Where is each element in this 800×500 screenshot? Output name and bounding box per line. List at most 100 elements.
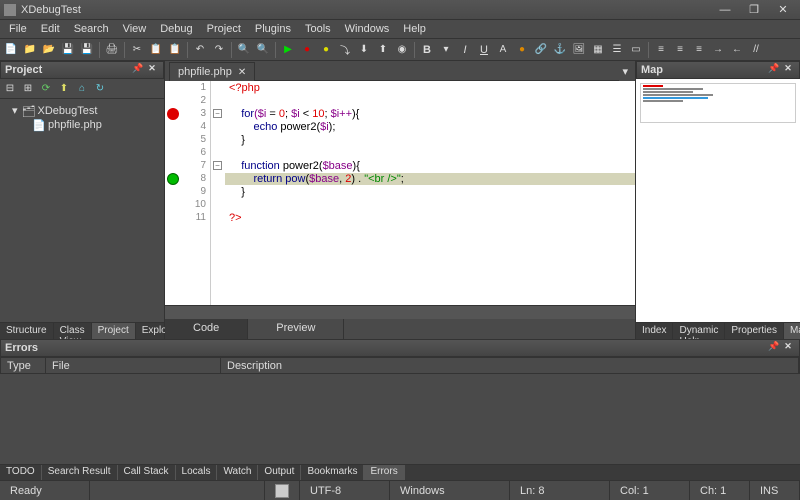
- expand-icon[interactable]: ⊞: [20, 81, 36, 97]
- panel-close-icon[interactable]: ✕: [781, 63, 795, 77]
- menu-search[interactable]: Search: [67, 21, 116, 37]
- status-ins[interactable]: INS: [750, 481, 800, 500]
- paste-icon[interactable]: 📋: [166, 41, 184, 59]
- minimap[interactable]: [640, 83, 796, 123]
- menu-tools[interactable]: Tools: [298, 21, 338, 37]
- view-tab-preview[interactable]: Preview: [248, 319, 344, 339]
- dropdown-icon[interactable]: ▾: [437, 41, 455, 59]
- panel-pin-icon[interactable]: 📌: [767, 341, 781, 355]
- step-into-icon[interactable]: ⬇: [355, 41, 373, 59]
- horizontal-scrollbar[interactable]: [165, 305, 635, 319]
- breakpoint-icon[interactable]: ◉: [393, 41, 411, 59]
- italic-icon[interactable]: I: [456, 41, 474, 59]
- btab-errors[interactable]: Errors: [364, 465, 404, 480]
- tab-properties[interactable]: Properties: [725, 323, 784, 339]
- form-icon[interactable]: ▭: [627, 41, 645, 59]
- col-file[interactable]: File: [46, 358, 221, 373]
- debug-stop-icon[interactable]: ●: [298, 41, 316, 59]
- menu-view[interactable]: View: [116, 21, 154, 37]
- tree-file[interactable]: 📄 phpfile.php: [4, 118, 160, 132]
- bold-icon[interactable]: B: [418, 41, 436, 59]
- status-encoding[interactable]: UTF-8: [300, 481, 390, 500]
- menu-project[interactable]: Project: [200, 21, 248, 37]
- save-icon[interactable]: 💾: [59, 41, 77, 59]
- align-left-icon[interactable]: ≡: [652, 41, 670, 59]
- outdent-icon[interactable]: ←: [728, 41, 746, 59]
- find-icon[interactable]: 🔍: [235, 41, 253, 59]
- btab-search-result[interactable]: Search Result: [42, 465, 118, 480]
- print-icon[interactable]: 🖨: [103, 41, 121, 59]
- up-icon[interactable]: ⬆: [56, 81, 72, 97]
- maximize-button[interactable]: ❐: [741, 2, 767, 18]
- menu-edit[interactable]: Edit: [34, 21, 67, 37]
- align-center-icon[interactable]: ≡: [671, 41, 689, 59]
- home-icon[interactable]: ⌂: [74, 81, 90, 97]
- underline-icon[interactable]: U: [475, 41, 493, 59]
- close-button[interactable]: ✕: [770, 2, 796, 18]
- collapse-icon[interactable]: ⊟: [2, 81, 18, 97]
- undo-icon[interactable]: ↶: [191, 41, 209, 59]
- panel-pin-icon[interactable]: 📌: [131, 63, 145, 77]
- table-icon[interactable]: ▦: [589, 41, 607, 59]
- minimize-button[interactable]: —: [712, 2, 738, 18]
- cut-icon[interactable]: ✂: [128, 41, 146, 59]
- new-folder-icon[interactable]: 📁: [21, 41, 39, 59]
- link-icon[interactable]: 🔗: [532, 41, 550, 59]
- menu-debug[interactable]: Debug: [153, 21, 199, 37]
- list-icon[interactable]: ☰: [608, 41, 626, 59]
- btab-locals[interactable]: Locals: [176, 465, 218, 480]
- btab-output[interactable]: Output: [258, 465, 301, 480]
- menu-windows[interactable]: Windows: [338, 21, 397, 37]
- align-right-icon[interactable]: ≡: [690, 41, 708, 59]
- anchor-icon[interactable]: ⚓: [551, 41, 569, 59]
- step-over-icon[interactable]: ⤵: [336, 41, 354, 59]
- step-out-icon[interactable]: ⬆: [374, 41, 392, 59]
- image-icon[interactable]: 🖼: [570, 41, 588, 59]
- tab-class-view[interactable]: Class View: [54, 323, 92, 339]
- save-all-icon[interactable]: 💾: [78, 41, 96, 59]
- btab-bookmarks[interactable]: Bookmarks: [301, 465, 364, 480]
- file-tab[interactable]: phpfile.php ✕: [169, 62, 255, 81]
- redo-icon[interactable]: ↷: [210, 41, 228, 59]
- debug-start-icon[interactable]: ▶: [279, 41, 297, 59]
- tab-dynamic-help[interactable]: Dynamic Help: [673, 323, 725, 339]
- open-icon[interactable]: 📂: [40, 41, 58, 59]
- btab-todo[interactable]: TODO: [0, 465, 42, 480]
- tree-root[interactable]: ▾ 🗂 XDebugTest: [4, 103, 160, 118]
- status-eol[interactable]: Windows: [390, 481, 510, 500]
- debug-pause-icon[interactable]: ●: [317, 41, 335, 59]
- menu-plugins[interactable]: Plugins: [248, 21, 298, 37]
- copy-icon[interactable]: 📋: [147, 41, 165, 59]
- panel-close-icon[interactable]: ✕: [781, 341, 795, 355]
- tab-structure[interactable]: Structure: [0, 323, 54, 339]
- view-tab-code[interactable]: Code: [165, 319, 248, 339]
- panel-close-icon[interactable]: ✕: [145, 63, 159, 77]
- menu-help[interactable]: Help: [396, 21, 433, 37]
- refresh-icon[interactable]: ↻: [92, 81, 108, 97]
- replace-icon[interactable]: 🔍: [254, 41, 272, 59]
- marker-gutter[interactable]: [165, 81, 181, 305]
- fold-gutter[interactable]: − −: [211, 81, 225, 305]
- fold-icon[interactable]: −: [213, 161, 222, 170]
- code-area[interactable]: <?php for($i = 0; $i < 10; $i++){ echo p…: [225, 81, 635, 305]
- btab-watch[interactable]: Watch: [217, 465, 258, 480]
- sync-icon[interactable]: ⟳: [38, 81, 54, 97]
- panel-pin-icon[interactable]: 📌: [767, 63, 781, 77]
- fold-icon[interactable]: −: [213, 109, 222, 118]
- menu-file[interactable]: File: [2, 21, 34, 37]
- tab-map[interactable]: Map: [784, 323, 800, 339]
- col-description[interactable]: Description: [221, 358, 799, 373]
- new-file-icon[interactable]: 📄: [2, 41, 20, 59]
- breakpoint-marker[interactable]: [167, 108, 179, 120]
- color-icon[interactable]: ●: [513, 41, 531, 59]
- tree-expand-icon[interactable]: ▾: [12, 104, 18, 117]
- tab-index[interactable]: Index: [636, 323, 673, 339]
- col-type[interactable]: Type: [1, 358, 46, 373]
- comment-icon[interactable]: //: [747, 41, 765, 59]
- tab-menu-icon[interactable]: ▾: [619, 62, 631, 81]
- tab-close-icon[interactable]: ✕: [238, 67, 246, 78]
- font-icon[interactable]: A: [494, 41, 512, 59]
- indent-icon[interactable]: →: [709, 41, 727, 59]
- tab-project[interactable]: Project: [92, 323, 136, 339]
- code-editor[interactable]: 1 2 3 4 5 6 7 8 9 10 11 − − <?php for($i…: [165, 81, 635, 305]
